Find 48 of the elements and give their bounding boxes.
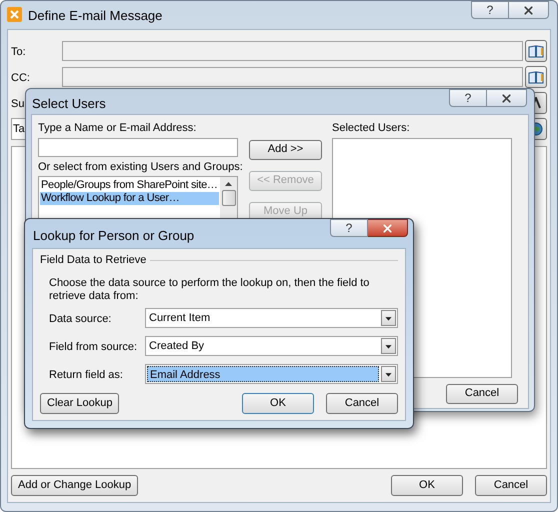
dialog-button[interactable]: Clear Lookup	[40, 393, 120, 414]
close-button[interactable]	[487, 89, 527, 107]
dropdown-value: Email Address	[147, 366, 379, 382]
dropdown-value: Created By	[148, 338, 206, 354]
field-label: To:	[11, 46, 26, 58]
field-label: Su	[11, 98, 24, 110]
address-book-icon	[528, 44, 544, 58]
dropdown[interactable]: Created By	[145, 336, 398, 356]
dialog-button[interactable]: Cancel	[326, 393, 398, 414]
dialog-button[interactable]: Add or Change Lookup	[11, 475, 138, 496]
picker-button[interactable]	[525, 40, 547, 62]
dialog-button[interactable]: OK	[242, 393, 314, 414]
description-text: Choose the data source to perform the lookup on, then the field to retrieve data from:	[49, 276, 370, 302]
help-button[interactable]: ?	[330, 219, 368, 237]
dialog-button[interactable]: Add >>	[249, 140, 322, 160]
close-button[interactable]	[509, 1, 549, 19]
address-book-icon	[528, 70, 544, 84]
field-label: Selected Users:	[332, 120, 410, 134]
field-label: Field from source:	[49, 340, 138, 352]
scroll-thumb[interactable]	[222, 190, 236, 206]
close-button[interactable]	[368, 219, 408, 237]
picker-button[interactable]	[525, 66, 547, 88]
app-logo-icon	[7, 7, 22, 22]
close-icon	[381, 222, 394, 234]
field-label: Data source:	[49, 312, 112, 324]
field-label: CC:	[11, 72, 30, 84]
close-icon	[522, 4, 535, 16]
help-button[interactable]: ?	[449, 89, 487, 107]
close-icon	[500, 92, 513, 104]
field-label: Or select from existing Users and Groups:	[38, 160, 243, 174]
field-label: Return field as:	[49, 368, 123, 380]
window-title: Select Users	[32, 95, 106, 113]
dialog-button[interactable]: OK	[391, 475, 463, 496]
dropdown-value: Current Item	[148, 310, 212, 326]
list-item[interactable]: People/Groups from SharePoint site…	[40, 178, 219, 192]
text-field[interactable]	[62, 41, 523, 61]
list-item[interactable]: Workflow Lookup for a User…	[40, 192, 219, 204]
help-button[interactable]: ?	[471, 1, 509, 19]
dropdown[interactable]: Email Address	[145, 364, 398, 384]
scroll-up-icon	[225, 182, 232, 186]
field-label: Type a Name or E-mail Address:	[38, 120, 196, 134]
dialog-button[interactable]: Cancel	[446, 384, 518, 404]
window-title: Define E-mail Message	[28, 7, 162, 25]
dropdown[interactable]: Current Item	[145, 308, 398, 328]
text-field[interactable]	[62, 67, 523, 87]
group-label: Field Data to Retrieve	[40, 253, 146, 268]
name-field[interactable]	[38, 138, 238, 156]
dialog-button[interactable]: Cancel	[475, 475, 547, 496]
